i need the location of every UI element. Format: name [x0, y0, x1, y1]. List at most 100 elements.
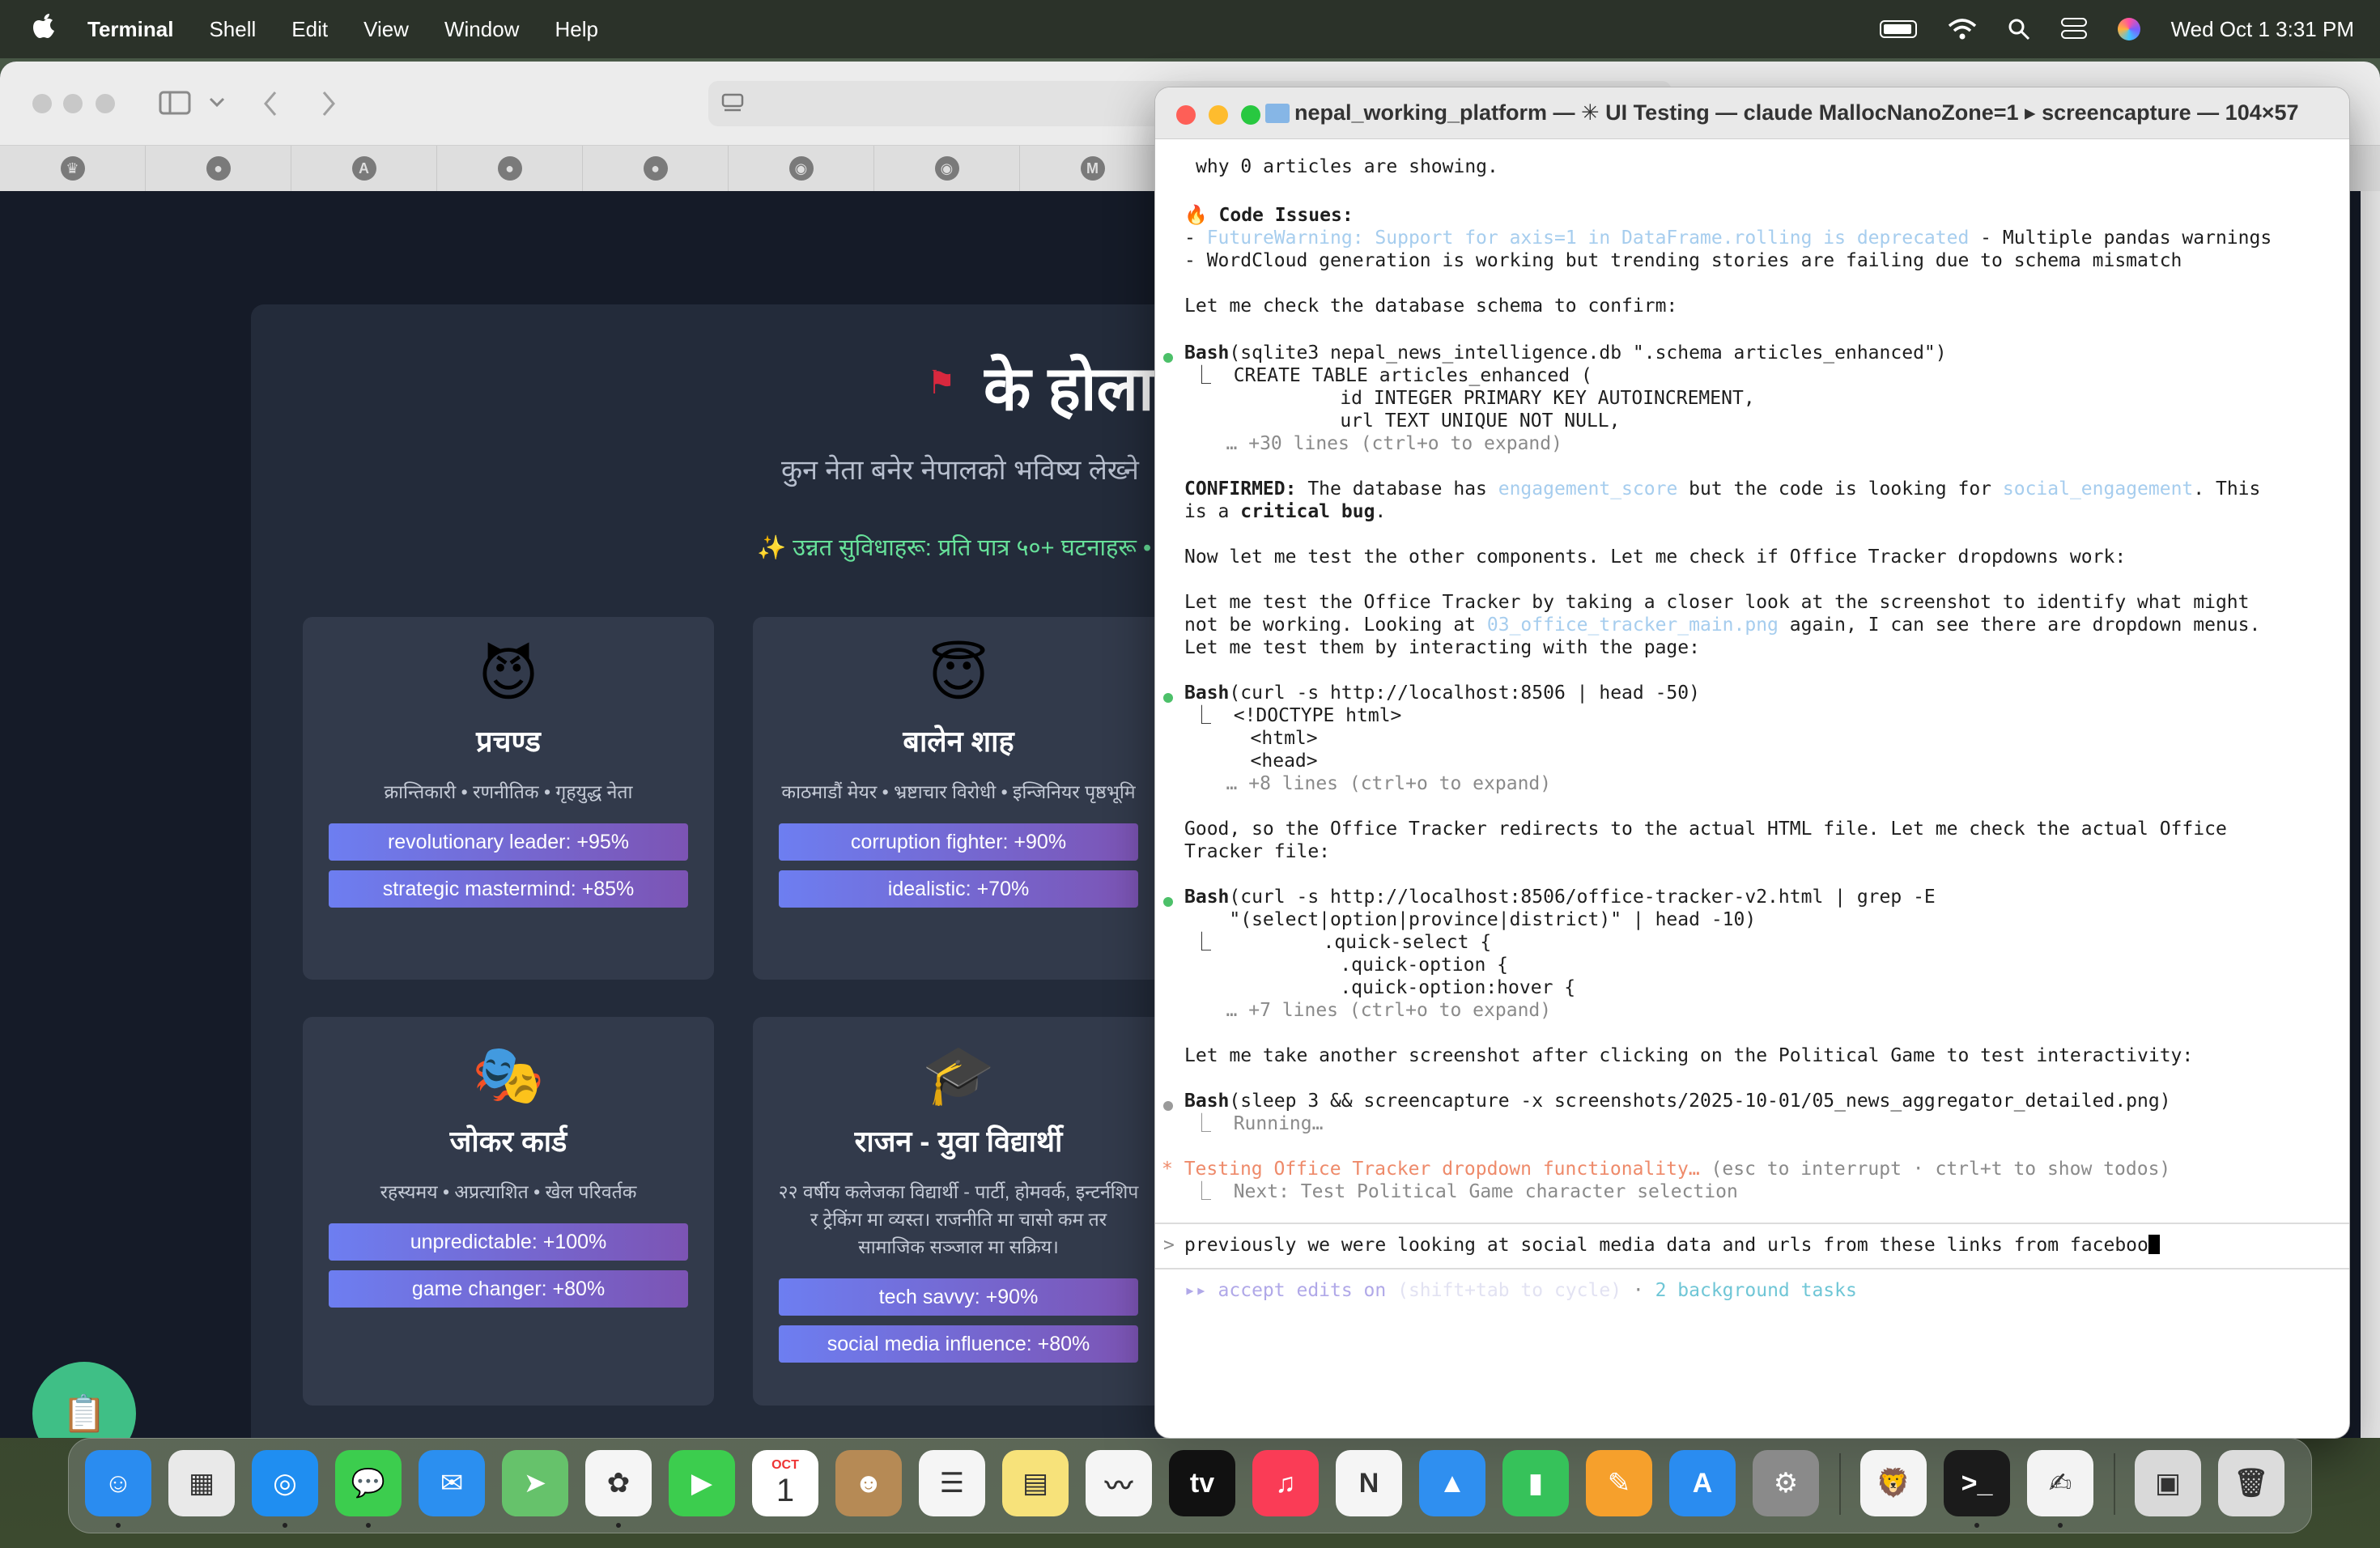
brave-icon[interactable]: 🦁 [1860, 1450, 1927, 1516]
menu-help[interactable]: Help [555, 17, 597, 42]
output-text: is a [1184, 501, 1241, 522]
freeform-icon[interactable]: 〰 [1086, 1450, 1152, 1516]
menu-view[interactable]: View [363, 17, 409, 42]
menu-window[interactable]: Window [444, 17, 519, 42]
calendar-icon[interactable]: OCT 1 [752, 1450, 818, 1516]
command-text: (curl -s http://localhost:8506 | head -5… [1229, 683, 1700, 704]
character-name: जोकर कार्ड [449, 1125, 567, 1158]
siri-icon[interactable] [2117, 18, 2140, 40]
pages-icon-glyph: ✎ [1607, 1468, 1631, 1499]
maps-icon[interactable]: ➤ [502, 1450, 568, 1516]
preview-icon-glyph: ▣ [2154, 1468, 2182, 1499]
back-arrow-icon[interactable] [262, 91, 278, 117]
character-card[interactable]: 🎭 जोकर कार्ड रहस्यमय • अप्रत्याशित • खेल… [303, 1017, 714, 1406]
forward-arrow-icon[interactable] [321, 91, 337, 117]
dock: ☺ ▦ ◎ 💬 ✉ ➤ ✿ ▶ OCT 1 ☻ ☰ ▤ 〰 tv ♫ N ▲ ▮ ✎ A ⚙ 🦁 >_ ✍ ▣ 🗑 [68, 1438, 2312, 1533]
status-dot-icon [1163, 353, 1173, 363]
music-icon[interactable]: ♫ [1252, 1450, 1319, 1516]
terminal-titlebar[interactable]: nepal_working_platform — ✳ UI Testing — … [1155, 87, 2349, 139]
output-line: Good, so the Office Tracker redirects to… [1184, 819, 2227, 840]
clipboard-fab-button[interactable]: 📋 [32, 1362, 136, 1438]
apple-tv-icon[interactable]: tv [1169, 1450, 1235, 1516]
reminders-icon[interactable]: ☰ [919, 1450, 985, 1516]
favorite-tab[interactable]: ♛ [0, 146, 146, 191]
favorite-tab[interactable]: ◉ [874, 146, 1020, 191]
bash-command-line: Bash(curl -s http://localhost:8506 | hea… [1184, 682, 1700, 704]
character-card[interactable]: 🎓 राजन - युवा विद्यार्थी २२ वर्षीय कलेजक… [753, 1017, 1164, 1406]
output-line: 🔥 Code Issues: [1184, 204, 1354, 227]
mail-icon[interactable]: ✉ [419, 1450, 485, 1516]
brave-icon-glyph: 🦁 [1876, 1468, 1911, 1499]
menubar-clock[interactable]: Wed Oct 1 3:31 PM [2171, 17, 2354, 42]
prompt-input[interactable]: previously we were looking at social med… [1184, 1234, 2160, 1257]
preview-icon[interactable]: ▣ [2135, 1450, 2201, 1516]
trash-icon[interactable]: 🗑 [2218, 1450, 2284, 1516]
trait-badge: idealistic: +70% [779, 870, 1138, 908]
apple-menu-icon[interactable] [32, 13, 55, 45]
running-indicator [116, 1523, 121, 1528]
launchpad-icon[interactable]: ▦ [168, 1450, 235, 1516]
finder-icon[interactable]: ☺ [85, 1450, 151, 1516]
character-card[interactable]: 😇 बालेन शाह काठमाडौं मेयर • भ्रष्टाचार व… [753, 617, 1164, 980]
menu-app-terminal[interactable]: Terminal [87, 17, 173, 42]
prompt-input-text: previously we were looking at social med… [1184, 1235, 2148, 1256]
terminal-output[interactable]: why 0 articles are showing. 🔥 Code Issue… [1155, 139, 2349, 1438]
hero-features: ✨ उन्नत सुविधाहरू: प्रति पात्र ५०+ घटनाह… [757, 535, 1152, 561]
favorite-tab[interactable]: ● [583, 146, 729, 191]
favorite-tab[interactable]: ◉ [729, 146, 874, 191]
status-dot-icon [1163, 693, 1173, 703]
favorite-tab[interactable]: ● [437, 146, 583, 191]
messages-icon-glyph: 💬 [351, 1468, 386, 1499]
notes-icon[interactable]: ▤ [1002, 1450, 1069, 1516]
news-icon[interactable]: N [1336, 1450, 1402, 1516]
sidebar-toggle-icon[interactable] [159, 91, 191, 115]
calendar-month: OCT [771, 1458, 799, 1472]
output-line: - WordCloud generation is working but tr… [1184, 250, 2182, 271]
mode-status-line[interactable]: ▸▸ accept edits on (shift+tab to cycle) … [1184, 1279, 1857, 1302]
favorite-tab[interactable]: ● [146, 146, 291, 191]
terminal-icon[interactable]: >_ [1944, 1450, 2010, 1516]
collapsed-lines-hint[interactable]: … +30 lines (ctrl+o to expand) [1192, 432, 1562, 455]
control-center-icon[interactable] [2060, 18, 2087, 40]
dock-separator [1839, 1453, 1841, 1515]
menu-shell[interactable]: Shell [209, 17, 256, 42]
pages-icon[interactable]: ✎ [1586, 1450, 1652, 1516]
battery-icon[interactable] [1879, 20, 1917, 38]
close-button[interactable] [1176, 105, 1196, 125]
settings-icon[interactable]: ⚙ [1753, 1450, 1819, 1516]
textedit-icon[interactable]: ✍ [2027, 1450, 2093, 1516]
photos-icon[interactable]: ✿ [585, 1450, 652, 1516]
keynote-icon[interactable]: ▲ [1419, 1450, 1485, 1516]
wifi-icon[interactable] [1948, 18, 1977, 40]
collapsed-lines-hint[interactable]: … +8 lines (ctrl+o to expand) [1192, 772, 1552, 795]
dock-separator [2114, 1453, 2115, 1515]
character-card[interactable]: 😈 प्रचण्ड क्रान्तिकारी • रणनीतिक • गृहयु… [303, 617, 714, 980]
output-line: id INTEGER PRIMARY KEY AUTOINCREMENT, [1217, 388, 1755, 409]
numbers-icon[interactable]: ▮ [1502, 1450, 1569, 1516]
contacts-icon[interactable]: ☻ [835, 1450, 902, 1516]
favorite-tab[interactable]: M [1020, 146, 1166, 191]
close-button[interactable] [32, 94, 52, 113]
minimize-button[interactable] [1209, 105, 1228, 125]
output-line: Tracker file: [1184, 841, 1331, 862]
page-menu-icon[interactable] [721, 92, 744, 115]
command-text: (sleep 3 && screencapture -x screenshots… [1229, 1091, 2171, 1112]
minimize-button[interactable] [63, 94, 83, 113]
favorite-tab[interactable]: A [291, 146, 437, 191]
output-text: - Multiple pandas warnings [1969, 228, 2272, 249]
spotlight-search-icon[interactable] [2008, 18, 2030, 40]
messages-icon[interactable]: 💬 [335, 1450, 402, 1516]
safari-icon[interactable]: ◎ [252, 1450, 318, 1516]
chevron-down-icon[interactable] [209, 97, 225, 108]
menu-edit[interactable]: Edit [291, 17, 328, 42]
collapsed-lines-hint[interactable]: … +7 lines (ctrl+o to expand) [1192, 999, 1552, 1022]
app-store-icon[interactable]: A [1669, 1450, 1736, 1516]
textedit-icon-glyph: ✍ [2048, 1468, 2072, 1499]
page-scrollbar[interactable] [2361, 191, 2380, 1438]
background-tasks-link[interactable]: 2 background tasks [1655, 1280, 1857, 1301]
facetime-icon[interactable]: ▶ [669, 1450, 735, 1516]
clipboard-icon: 📋 [62, 1394, 107, 1434]
warning-text: FutureWarning: Support for axis=1 in Dat… [1206, 228, 1970, 249]
zoom-button[interactable] [96, 94, 115, 113]
zoom-button[interactable] [1241, 105, 1260, 125]
